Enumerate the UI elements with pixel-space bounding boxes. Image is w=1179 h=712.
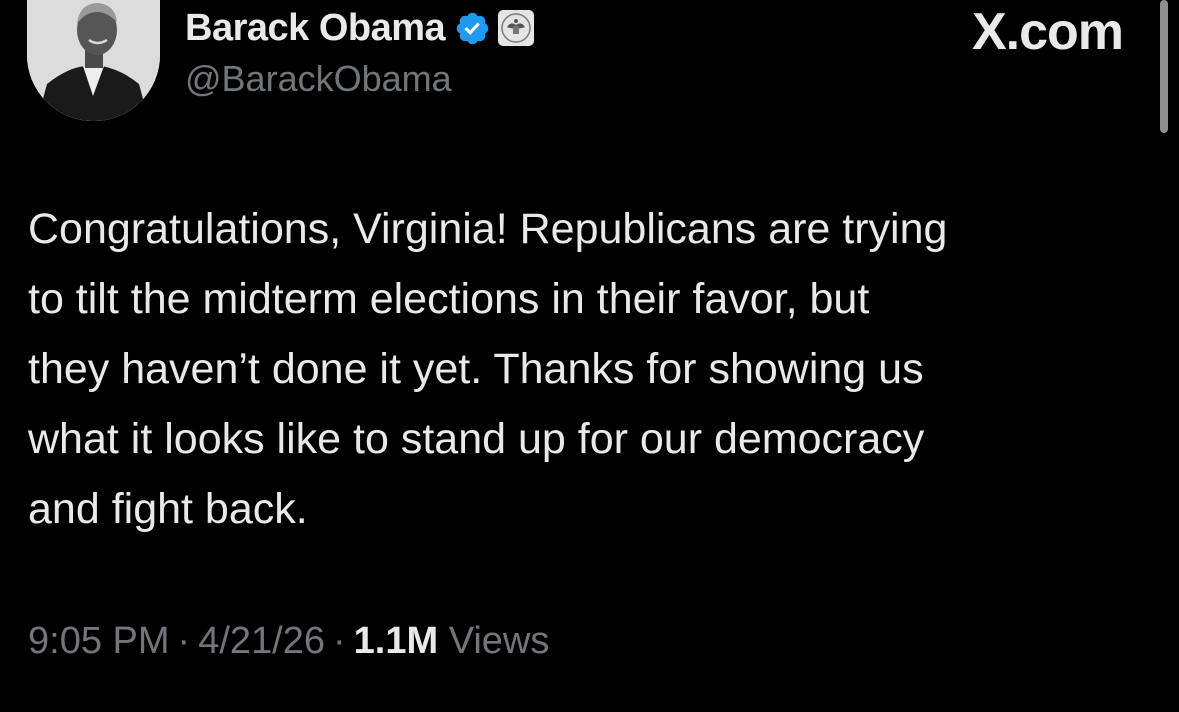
profile-photo bbox=[27, 0, 160, 121]
author-handle[interactable]: @BarackObama bbox=[185, 58, 452, 100]
separator: · bbox=[332, 620, 346, 662]
tweet-date[interactable]: 4/21/26 bbox=[198, 620, 325, 662]
separator: · bbox=[177, 620, 191, 662]
tweet-text: Congratulations, Virginia! Republicans a… bbox=[28, 205, 948, 533]
watermark: X.com bbox=[971, 3, 1124, 61]
display-name[interactable]: Barack Obama bbox=[185, 7, 446, 50]
government-seal-icon[interactable] bbox=[497, 9, 535, 47]
tweet-metadata: 9:05 PM · 4/21/26 · 1.1M Views bbox=[28, 620, 549, 663]
avatar[interactable] bbox=[27, 0, 160, 121]
scrollbar[interactable] bbox=[1160, 0, 1168, 133]
views-label: Views bbox=[448, 620, 550, 662]
verified-badge-icon[interactable] bbox=[454, 10, 491, 47]
tweet-time[interactable]: 9:05 PM bbox=[28, 620, 170, 662]
views-count: 1.1M bbox=[353, 620, 439, 662]
author-name-row: Barack Obama bbox=[185, 6, 535, 50]
